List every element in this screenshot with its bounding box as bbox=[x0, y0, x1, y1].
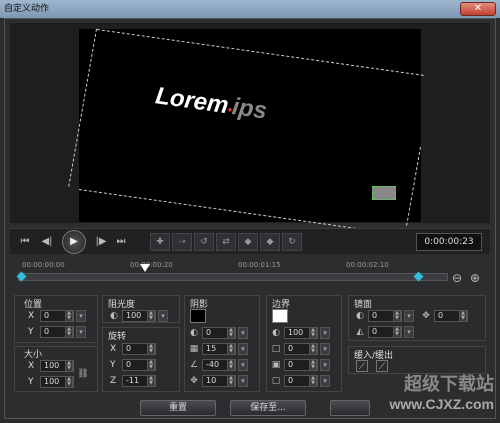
rotation-x-label: X bbox=[110, 344, 117, 354]
resize-handle[interactable] bbox=[372, 186, 396, 200]
shadow-distance-dropdown[interactable]: ▾ bbox=[238, 375, 248, 387]
border-corner-spinner[interactable]: ▲ ▼ bbox=[309, 375, 317, 387]
mirror-opacity-icon: ◐ bbox=[356, 311, 364, 321]
shadow-blur-icon: ▦ bbox=[189, 344, 199, 354]
close-button[interactable]: ✕ bbox=[460, 2, 496, 16]
size-y-label: Y bbox=[28, 377, 34, 387]
timecode-display[interactable]: 0:00:00:23 bbox=[416, 233, 482, 251]
shadow-opacity-icon: ◐ bbox=[190, 328, 198, 338]
shadow-angle-spinner[interactable]: ▲ ▼ bbox=[227, 359, 235, 371]
shadow-angle-icon: ∠ bbox=[189, 360, 199, 370]
border-soft-spinner[interactable]: ▲ ▼ bbox=[309, 359, 317, 371]
shadow-angle-dropdown[interactable]: ▾ bbox=[238, 359, 248, 371]
border-width-spinner[interactable]: ▲ ▼ bbox=[309, 343, 317, 355]
rotation-y-spinner[interactable]: ▲ ▼ bbox=[147, 359, 155, 371]
mirror-fade-spinner[interactable]: ▲ ▼ bbox=[393, 326, 401, 338]
border-opacity-dropdown[interactable]: ▾ bbox=[320, 327, 330, 339]
title-bar: 自定义动作 ✕ bbox=[0, 0, 500, 18]
next-frame-button[interactable]: |▶ bbox=[94, 233, 108, 251]
border-width-dropdown[interactable]: ▾ bbox=[320, 343, 330, 355]
shadow-opacity-spinner[interactable]: ▲ ▼ bbox=[227, 327, 235, 339]
save-to-button[interactable]: 保存至... bbox=[230, 400, 306, 416]
border-corner-icon: ▢ bbox=[271, 376, 281, 386]
preview-canvas[interactable] bbox=[68, 28, 424, 236]
prev-frame-button[interactable]: ◀| bbox=[40, 233, 54, 251]
border-width-icon: □ bbox=[271, 344, 281, 354]
next-keyframe-icon[interactable]: ◆ bbox=[260, 233, 280, 251]
shadow-color-swatch[interactable] bbox=[190, 309, 206, 323]
mirror-title: 镜面 bbox=[354, 300, 373, 310]
mirror-opacity-dropdown[interactable]: ▾ bbox=[404, 310, 414, 322]
play-button[interactable]: ▶ bbox=[62, 230, 86, 254]
frame-edge-top bbox=[96, 29, 424, 76]
opacity-icon: ◐ bbox=[110, 311, 118, 321]
add-keyframe-icon[interactable]: ✚ bbox=[150, 233, 170, 251]
rotation-title: 旋转 bbox=[108, 332, 127, 342]
shadow-distance-icon: ✥ bbox=[190, 376, 198, 386]
position-x-dropdown[interactable]: ▾ bbox=[76, 310, 86, 322]
mirror-fade-icon: ◭ bbox=[356, 327, 364, 337]
opacity-title: 阻光度 bbox=[108, 300, 136, 310]
reverse-keyframe-icon[interactable]: ↺ bbox=[194, 233, 214, 251]
rotation-z-spinner[interactable]: ▲ ▼ bbox=[147, 375, 155, 387]
position-x-label: X bbox=[28, 311, 35, 321]
transport-toolbar: ⏮ ◀| ▶ |▶ ⏭ ✚ ➝ ↺ ⇄ ◆ ◆ ↻ 0:00:00:23 bbox=[10, 228, 490, 254]
size-title: 大小 bbox=[24, 350, 43, 360]
position-y-label: Y bbox=[28, 327, 34, 337]
position-y-dropdown[interactable]: ▾ bbox=[76, 326, 86, 338]
mirror-move-icon: ✥ bbox=[422, 311, 430, 321]
size-y-spinner[interactable]: ▲ ▼ bbox=[65, 376, 73, 388]
position-x-spinner[interactable]: ▲ ▼ bbox=[65, 310, 73, 322]
mirror-distance-spinner[interactable]: ▲ ▼ bbox=[459, 310, 467, 322]
position-title: 位置 bbox=[24, 300, 43, 310]
tick-label: 00:00:00:00 bbox=[22, 261, 65, 269]
border-opacity-spinner[interactable]: ▲ ▼ bbox=[309, 327, 317, 339]
watermark-line2: www.CJXZ.com bbox=[389, 396, 494, 412]
shadow-distance-spinner[interactable]: ▲ ▼ bbox=[227, 375, 235, 387]
home-button[interactable]: ⏮ bbox=[18, 233, 32, 251]
zoom-out-icon[interactable]: ⊖ bbox=[452, 271, 466, 285]
border-corner-dropdown[interactable]: ▾ bbox=[320, 375, 330, 387]
size-x-spinner[interactable]: ▲ ▼ bbox=[65, 360, 73, 372]
rotation-y-label: Y bbox=[110, 360, 116, 370]
position-y-spinner[interactable]: ▲ ▼ bbox=[65, 326, 73, 338]
reset-button[interactable]: 重置 bbox=[140, 400, 216, 416]
border-soft-dropdown[interactable]: ▾ bbox=[320, 359, 330, 371]
mirror-opacity-spinner[interactable]: ▲ ▼ bbox=[393, 310, 401, 322]
size-x-label: X bbox=[28, 361, 35, 371]
end-button[interactable]: ⏭ bbox=[114, 233, 128, 251]
shadow-opacity-dropdown[interactable]: ▾ bbox=[238, 327, 248, 339]
tick-label: 00:00:02:10 bbox=[346, 261, 389, 269]
watermark-line1: 超级下载站 bbox=[404, 374, 494, 394]
rotation-x-spinner[interactable]: ▲ ▼ bbox=[147, 343, 155, 355]
tick-label: 00:00:01:15 bbox=[238, 261, 281, 269]
remove-keyframe-icon[interactable]: ➝ bbox=[172, 233, 192, 251]
border-opacity-icon: ◐ bbox=[272, 328, 280, 338]
swap-keyframe-icon[interactable]: ⇄ bbox=[216, 233, 236, 251]
timeline-ruler[interactable]: 00:00:00:00 00:00:00:20 00:00:01:15 00:0… bbox=[10, 257, 490, 291]
window-title: 自定义动作 bbox=[4, 4, 50, 14]
shadow-blur-dropdown[interactable]: ▾ bbox=[238, 343, 248, 355]
rotation-z-label: Z bbox=[110, 376, 117, 386]
timeline-track[interactable] bbox=[18, 273, 448, 281]
opacity-dropdown[interactable]: ▾ bbox=[158, 310, 168, 322]
border-color-swatch[interactable] bbox=[272, 309, 288, 323]
shadow-blur-spinner[interactable]: ▲ ▼ bbox=[227, 343, 235, 355]
mirror-fade-dropdown[interactable]: ▾ bbox=[404, 326, 414, 338]
opacity-spinner[interactable]: ▲ ▼ bbox=[147, 310, 155, 322]
zoom-in-icon[interactable]: ⊕ bbox=[470, 271, 484, 285]
watermark: 超级下载站 www.CJXZ.com bbox=[354, 370, 494, 412]
border-soft-icon: ▣ bbox=[271, 360, 281, 370]
prev-keyframe-icon[interactable]: ◆ bbox=[238, 233, 258, 251]
tick-label: 00:00:00:20 bbox=[130, 261, 173, 269]
link-icon[interactable]: ⛓ bbox=[77, 368, 89, 380]
frame-edge-right bbox=[406, 146, 421, 226]
rotate-keyframe-icon[interactable]: ↻ bbox=[282, 233, 302, 251]
